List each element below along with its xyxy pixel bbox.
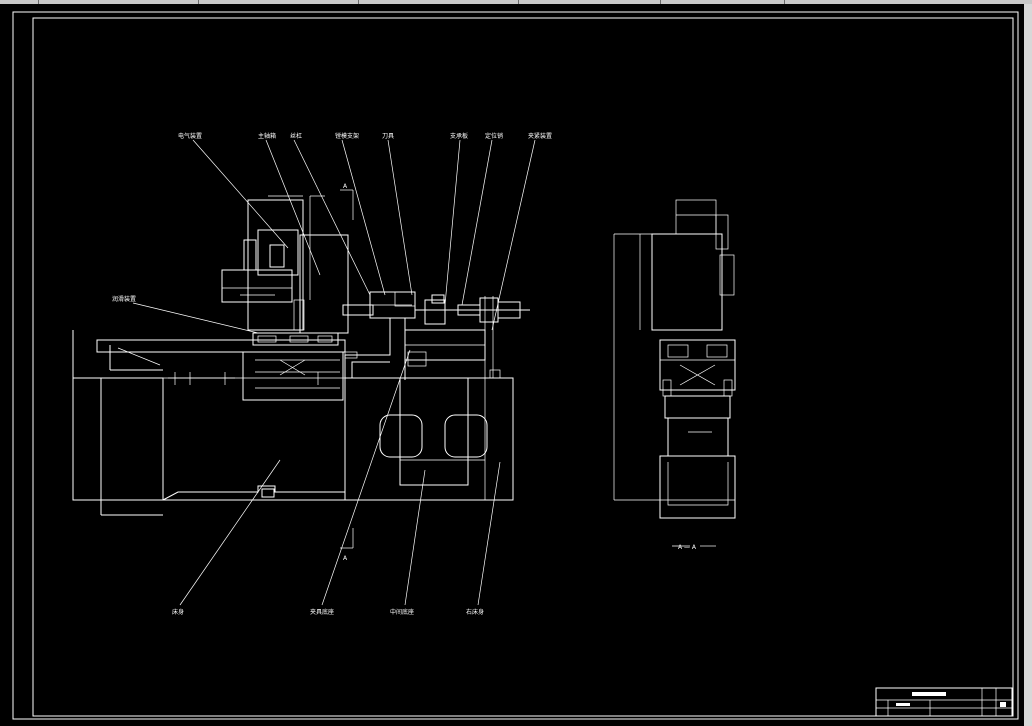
label-slide-base: 夹具底座	[310, 608, 334, 616]
label-electric: 电气装置	[178, 132, 202, 140]
label-cutter: 刀具	[382, 133, 394, 140]
outer-sheet-border	[12, 11, 1019, 720]
section-mark-a-top: A	[343, 183, 348, 190]
label-bed: 床身	[172, 608, 184, 616]
label-locating-pin: 定位销	[485, 132, 503, 140]
leader-lines	[132, 139, 536, 606]
section-view-label: A — A	[678, 544, 697, 551]
label-lubrication: 润滑装置	[112, 295, 136, 303]
label-middle-base: 中间底座	[390, 608, 414, 616]
vertical-scrollbar[interactable]	[1024, 4, 1032, 726]
label-clamp: 夹紧装置	[528, 132, 552, 140]
part-labels: 电气装置 主轴箱 丝杠 镗模支架 刀具 支承板 定位销 夹紧装置 润滑装置 床身…	[112, 132, 697, 616]
label-bracket: 支承板	[450, 132, 468, 140]
side-section-view	[613, 199, 736, 547]
front-view	[72, 189, 530, 549]
title-block	[875, 687, 1013, 717]
label-lead-screw: 丝杠	[290, 132, 302, 140]
label-spindle-box: 主轴箱	[258, 132, 276, 140]
label-right-bed: 右床身	[466, 608, 484, 616]
label-guide-rail: 镗模支架	[335, 132, 359, 140]
cad-drawing-canvas[interactable]: 电气装置 主轴箱 丝杠 镗模支架 刀具 支承板 定位销 夹紧装置 润滑装置 床身…	[0, 4, 1024, 726]
section-mark-a-bottom: A	[343, 555, 348, 562]
